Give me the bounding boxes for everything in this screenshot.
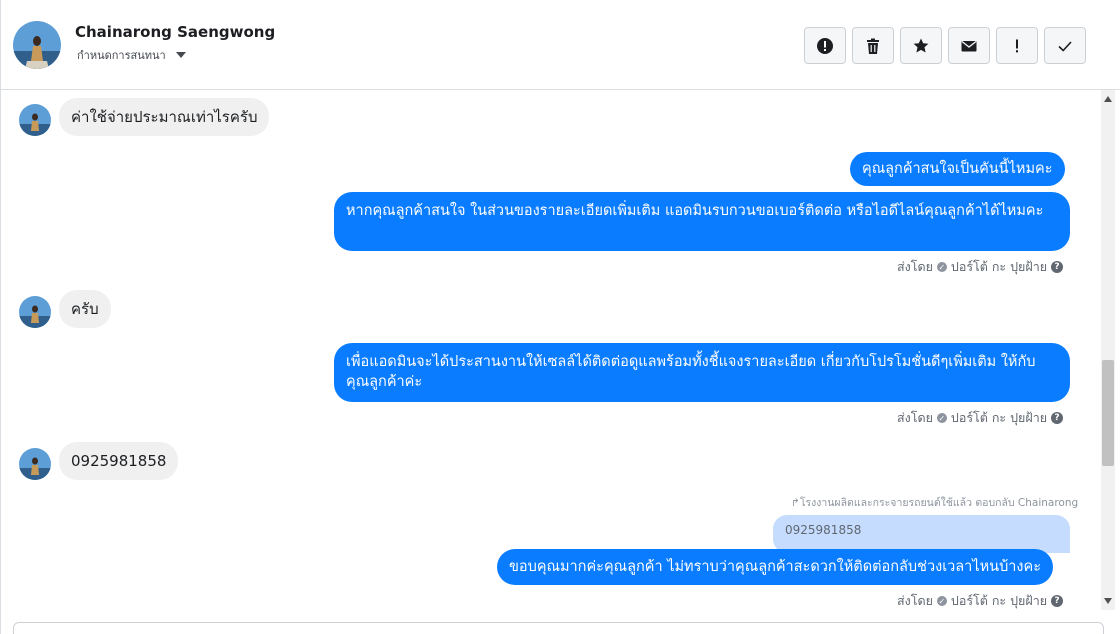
- sent-by-line: ส่งโดย ✓ ปอร์โต้ กะ ปุยฝ้าย ?: [897, 408, 1064, 428]
- report-spam-button[interactable]: [804, 27, 846, 64]
- incoming-message[interactable]: 0925981858: [59, 442, 179, 480]
- star-icon: [913, 38, 929, 52]
- sent-by-label: ส่งโดย: [897, 259, 933, 274]
- scroll-up-arrow-icon[interactable]: [1101, 92, 1115, 106]
- sender-name: ปอร์โต้ กะ ปุยฝ้าย: [950, 593, 1048, 608]
- trash-icon: [867, 38, 879, 54]
- conversation-settings-dropdown[interactable]: กำหนดการสนทนา: [77, 46, 186, 64]
- sent-by-label: ส่งโดย: [897, 593, 933, 608]
- checkmark-icon: [1058, 40, 1072, 52]
- message-thread[interactable]: ค่าใช้จ่ายประมาณเท่าไรครับ คุณลูกค้าสนใจ…: [1, 90, 1101, 620]
- message-scrollbar[interactable]: [1101, 90, 1115, 610]
- reply-arrow-icon: ↱: [791, 497, 800, 509]
- contact-avatar[interactable]: [13, 21, 61, 69]
- sender-name: ปอร์โต้ กะ ปุยฝ้าย: [950, 259, 1048, 274]
- contact-name[interactable]: Chainarong Saengwong: [75, 23, 275, 41]
- contact-avatar-small: [19, 104, 51, 136]
- scroll-down-arrow-icon[interactable]: [1101, 594, 1115, 608]
- sent-by-line: ส่งโดย ✓ ปอร์โต้ กะ ปุยฝ้าย ?: [897, 591, 1064, 611]
- contact-avatar-small: [19, 448, 51, 480]
- outgoing-message[interactable]: ขอบคุณมากค่ะคุณลูกค้า ไม่ทราบว่าคุณลูกค้…: [497, 549, 1054, 585]
- incoming-message[interactable]: ครับ: [59, 290, 111, 328]
- contact-avatar-small: [19, 296, 51, 328]
- verified-icon: ✓: [936, 262, 947, 272]
- reply-context-note: ↱โรงงานผลิตและกระจายรถยนต์ใช้แล้ว ตอบกลั…: [791, 494, 1078, 511]
- star-button[interactable]: [900, 27, 942, 64]
- messenger-window: Chainarong Saengwong กำหนดการสนทนา ค่าใช…: [0, 0, 1120, 634]
- verified-icon: ✓: [936, 596, 947, 606]
- reply-context-text: โรงงานผลิตและกระจายรถยนต์ใช้แล้ว ตอบกลับ…: [799, 497, 1079, 509]
- outgoing-message[interactable]: คุณลูกค้าสนใจเป็นคันนี้ไหมคะ: [850, 152, 1065, 186]
- alert-circle-icon: [817, 37, 833, 54]
- action-toolbar: [804, 27, 1086, 64]
- help-icon[interactable]: ?: [1051, 261, 1064, 273]
- caret-down-icon: [175, 52, 186, 58]
- sent-by-line: ส่งโดย ✓ ปอร์โต้ กะ ปุยฝ้าย ?: [897, 257, 1064, 277]
- delete-button[interactable]: [852, 27, 894, 64]
- mark-important-button[interactable]: [996, 27, 1038, 64]
- incoming-message[interactable]: ค่าใช้จ่ายประมาณเท่าไรครับ: [59, 98, 270, 136]
- envelope-icon: [961, 40, 977, 51]
- outgoing-message[interactable]: เพื่อแอดมินจะได้ประสานงานให้เซลล์ได้ติดต…: [334, 343, 1070, 402]
- sender-name: ปอร์โต้ กะ ปุยฝ้าย: [950, 410, 1048, 425]
- conversation-settings-label: กำหนดการสนทนา: [77, 49, 166, 62]
- exclamation-icon: [1016, 39, 1018, 52]
- mark-unread-button[interactable]: [948, 27, 990, 64]
- outgoing-message[interactable]: หากคุณลูกค้าสนใจ ในส่วนของรายละเอียดเพิ่…: [334, 192, 1070, 251]
- scrollbar-thumb[interactable]: [1102, 360, 1114, 466]
- conversation-header: Chainarong Saengwong กำหนดการสนทนา: [1, 0, 1120, 90]
- quoted-message[interactable]: 0925981858: [773, 515, 1070, 553]
- verified-icon: ✓: [936, 413, 947, 423]
- help-icon[interactable]: ?: [1051, 595, 1064, 607]
- message-composer[interactable]: [13, 622, 1104, 634]
- sent-by-label: ส่งโดย: [897, 410, 933, 425]
- help-icon[interactable]: ?: [1051, 412, 1064, 424]
- mark-done-button[interactable]: [1044, 27, 1086, 64]
